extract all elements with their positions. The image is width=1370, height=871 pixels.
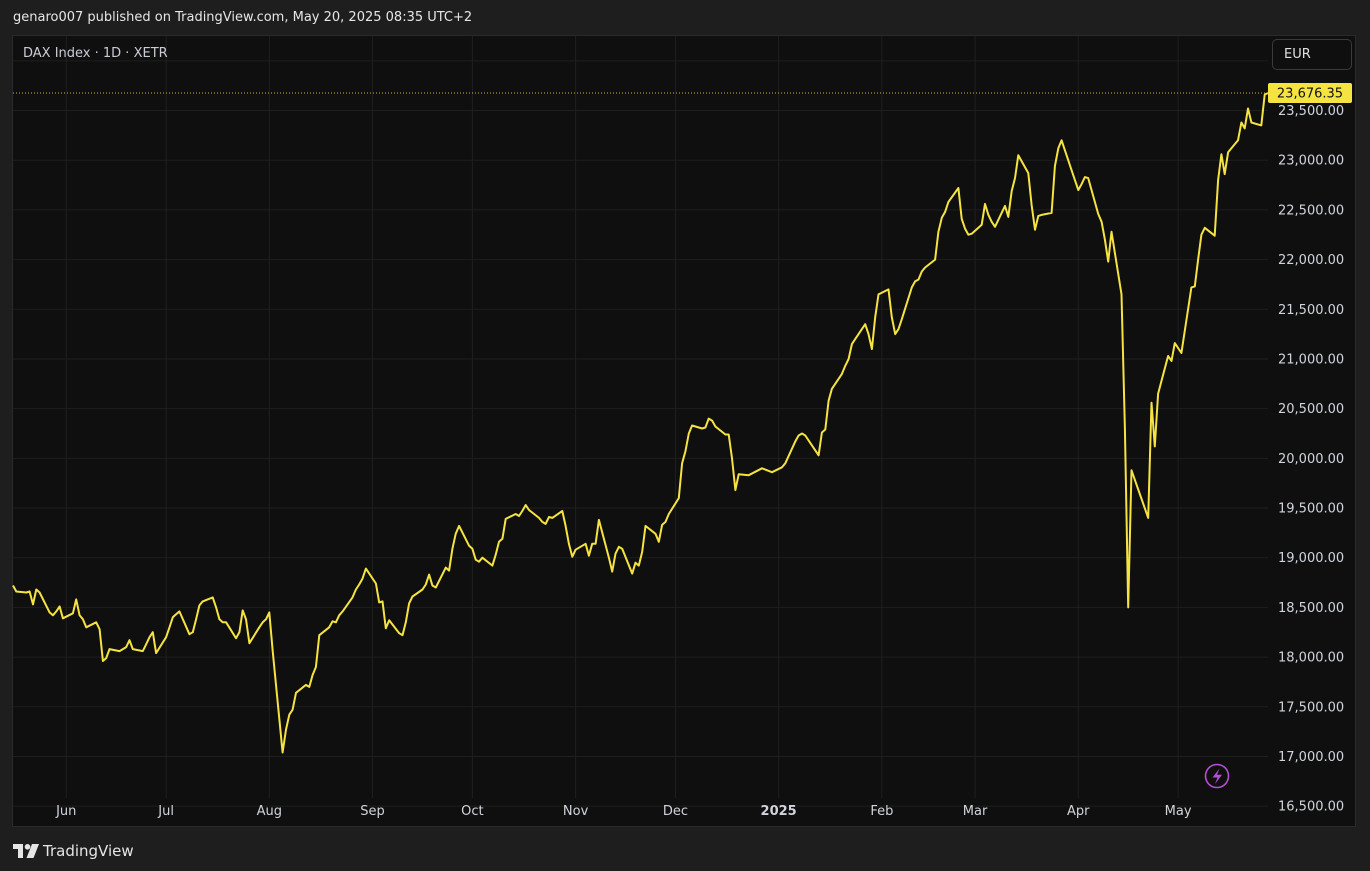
y-tick-label: 23,500.00: [1278, 104, 1344, 119]
x-tick-label: Nov: [563, 804, 589, 819]
x-tick-label: Jun: [55, 804, 76, 819]
y-tick-label: 21,000.00: [1278, 352, 1344, 367]
y-tick-label: 18,500.00: [1278, 601, 1344, 616]
x-tick-label: May: [1165, 804, 1192, 819]
x-tick-label: Feb: [870, 804, 893, 819]
y-tick-label: 22,500.00: [1278, 203, 1344, 218]
x-tick-label: Oct: [461, 804, 483, 819]
x-tick-label: Dec: [663, 804, 688, 819]
tradingview-wordmark: TradingView: [43, 842, 134, 860]
last-price-label: 23,676.35: [1277, 87, 1343, 102]
y-axis: 16,500.00 17,000.00 17,500.00 18,000.00 18,5…: [1278, 54, 1344, 814]
price-line[interactable]: [12, 92, 1269, 754]
y-tick-label: 20,500.00: [1278, 402, 1344, 417]
y-tick-label: 19,000.00: [1278, 551, 1344, 566]
tradingview-logo-icon: [13, 844, 39, 858]
x-tick-label: Jul: [157, 804, 174, 819]
y-tick-label: 19,500.00: [1278, 502, 1344, 517]
footer-bar: [0, 828, 1370, 871]
price-chart[interactable]: 16,500.00 17,000.00 17,500.00 18,000.00 18,5…: [0, 0, 1370, 871]
y-tick-label: 17,000.00: [1278, 750, 1344, 765]
symbol-legend[interactable]: DAX Index · 1D · XETR: [23, 46, 168, 61]
y-tick-label: 22,000.00: [1278, 253, 1344, 268]
series-layer: [12, 92, 1269, 754]
flash-icon[interactable]: [1204, 763, 1230, 789]
grid: [13, 36, 1268, 807]
tradingview-logo[interactable]: TradingView: [13, 842, 134, 860]
y-tick-label: 16,500.00: [1278, 800, 1344, 815]
x-tick-label: Mar: [963, 804, 988, 819]
y-tick-label: 21,500.00: [1278, 303, 1344, 318]
x-tick-label: Apr: [1067, 804, 1090, 819]
x-tick-label: 2025: [761, 804, 797, 819]
x-tick-label: Aug: [257, 804, 282, 819]
y-tick-label: 17,500.00: [1278, 700, 1344, 715]
currency-button[interactable]: EUR: [1272, 39, 1352, 70]
y-tick-label: 23,000.00: [1278, 154, 1344, 169]
x-tick-label: Sep: [360, 804, 385, 819]
last-price-tag: 23,676.35: [1268, 83, 1352, 104]
y-tick-label: 20,000.00: [1278, 452, 1344, 467]
y-tick-label: 18,000.00: [1278, 651, 1344, 666]
